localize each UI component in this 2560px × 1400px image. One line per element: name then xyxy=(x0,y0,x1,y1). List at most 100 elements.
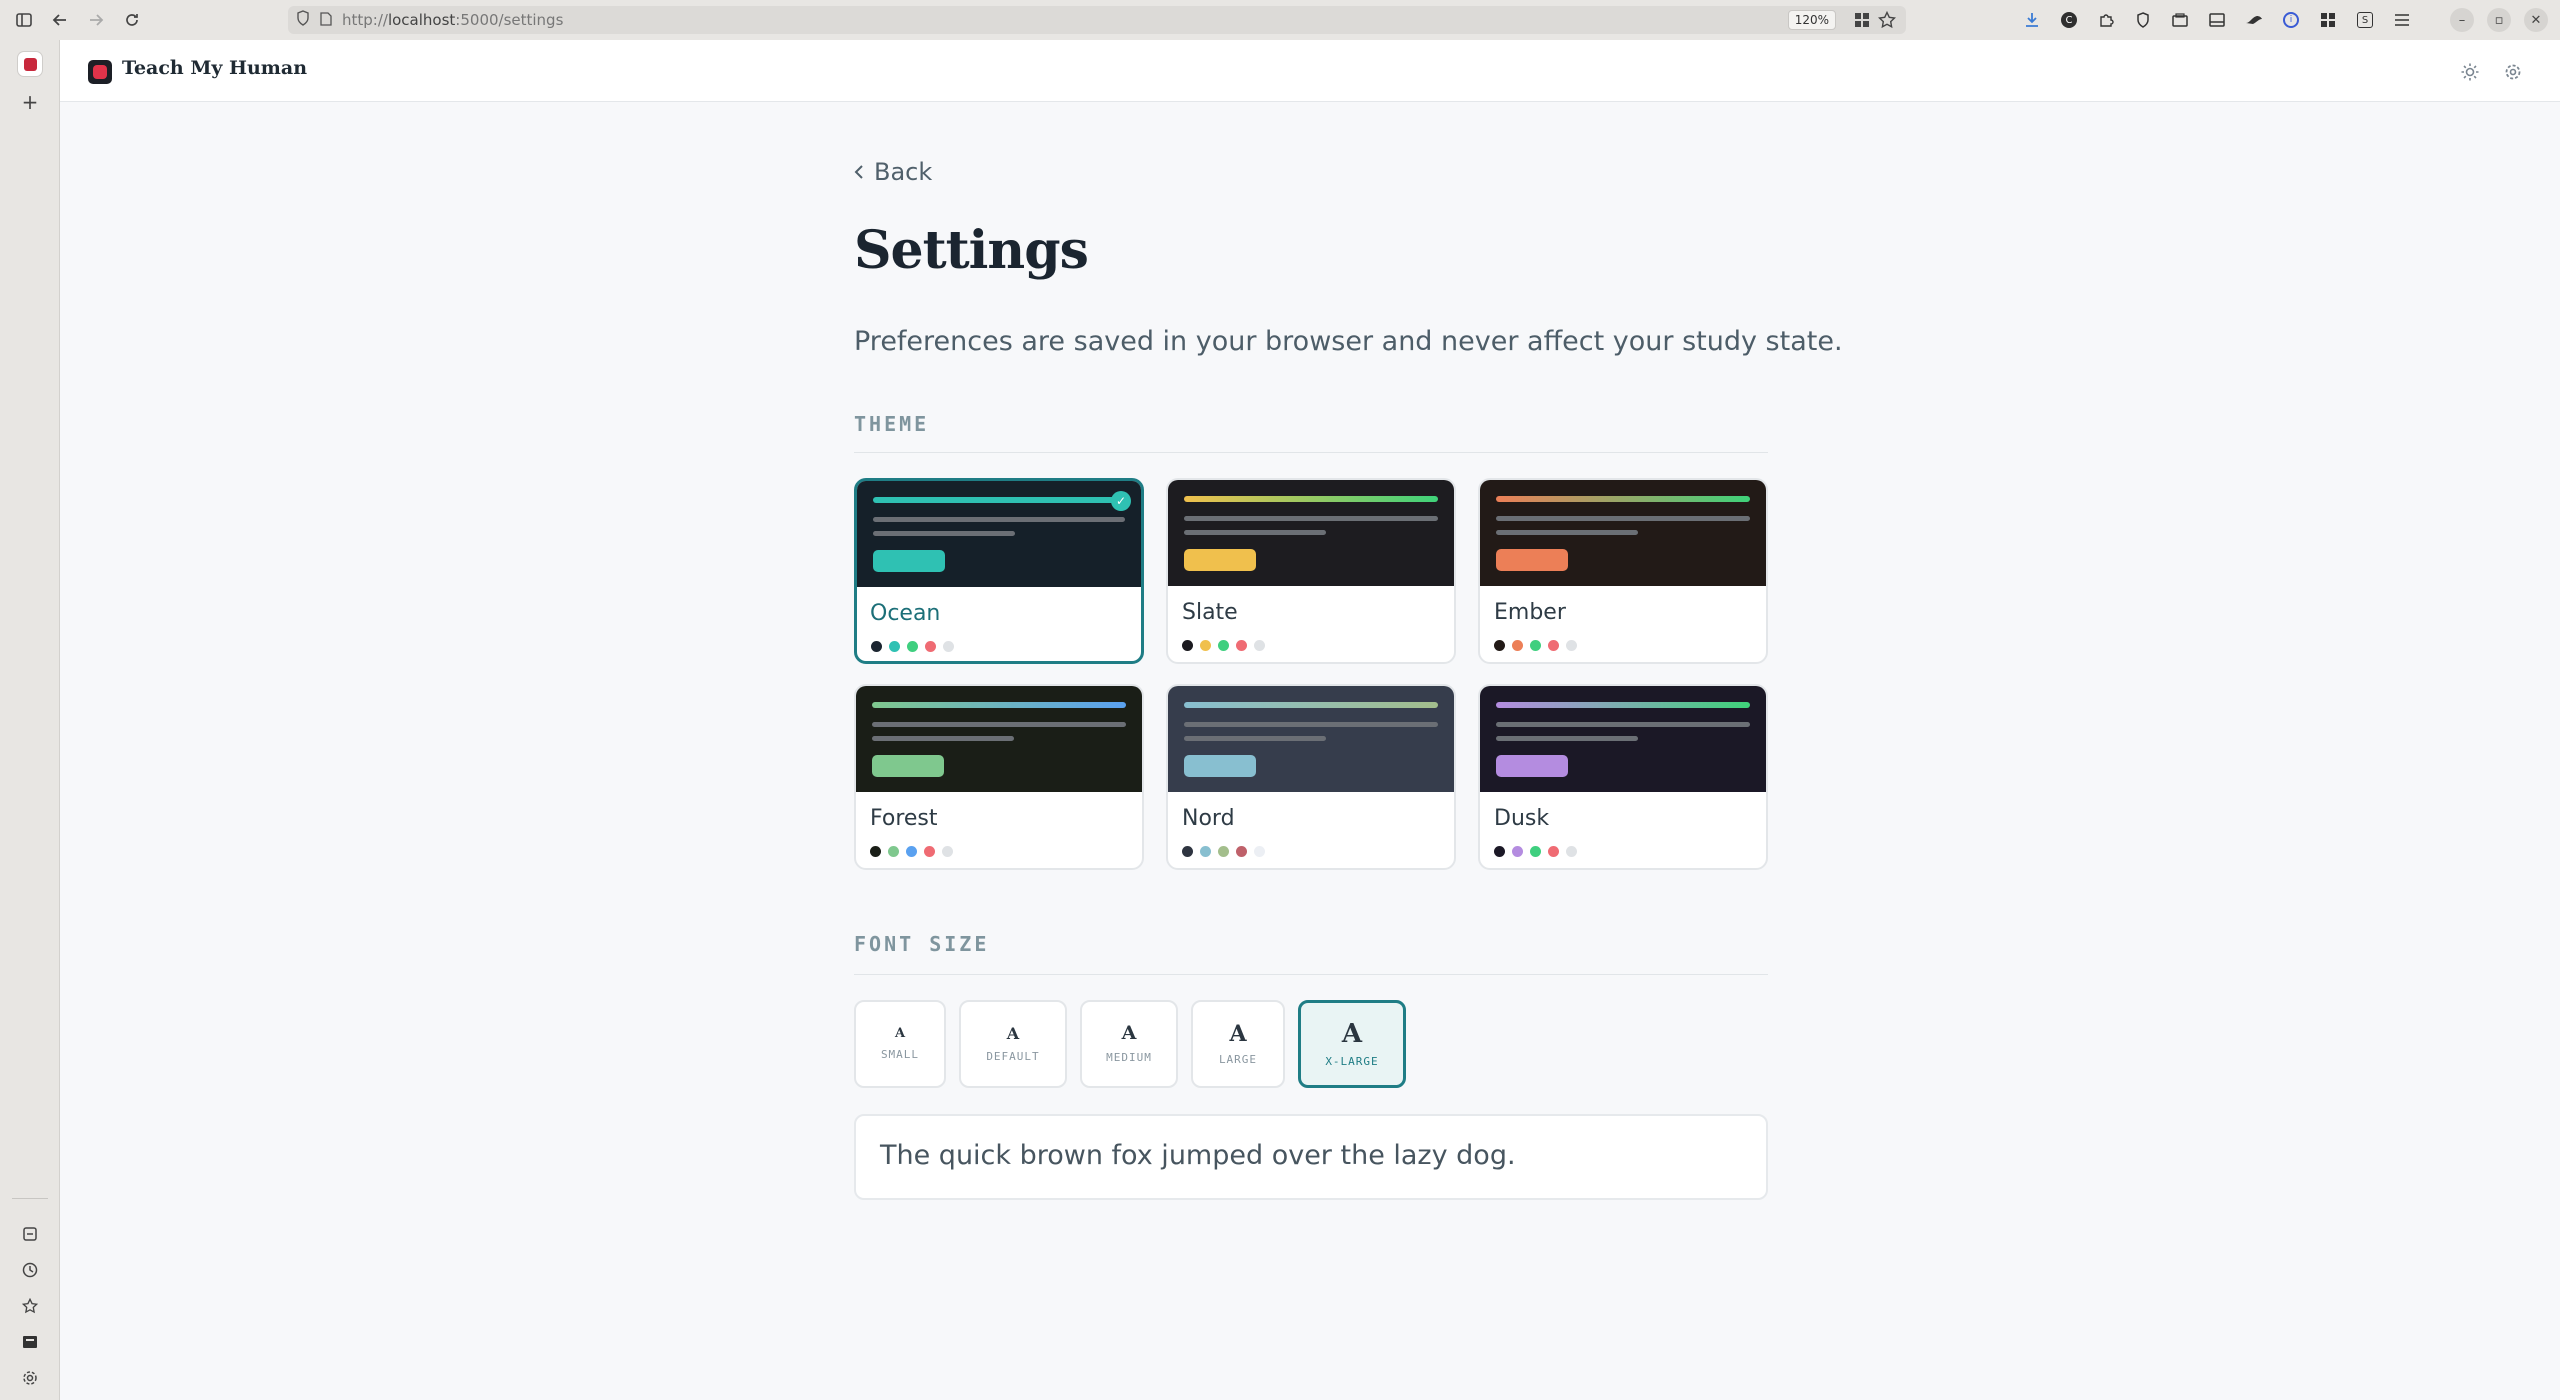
extension-info-icon[interactable]: i xyxy=(2279,8,2303,32)
theme-toggle-sun-icon[interactable] xyxy=(2457,59,2483,85)
sidebar-toggle-icon[interactable] xyxy=(12,8,36,32)
color-swatch xyxy=(942,846,953,857)
font-size-options: A SMALL A DEFAULT A MEDIUM A LARGE A X-LARGE xyxy=(854,1000,1406,1088)
extension-window-icon[interactable] xyxy=(2205,8,2229,32)
color-swatch xyxy=(1254,640,1265,651)
url-bar[interactable]: http://localhost:5000/settings 120% xyxy=(288,6,1906,34)
color-swatch xyxy=(1494,846,1505,857)
font-size-section-divider xyxy=(854,974,1768,975)
color-swatch xyxy=(1512,846,1523,857)
menu-hamburger-icon[interactable] xyxy=(2390,8,2414,32)
back-label: Back xyxy=(874,158,933,186)
page-info-icon[interactable] xyxy=(320,11,332,30)
preview-accent-bar xyxy=(873,497,1125,503)
color-swatch xyxy=(907,641,918,652)
download-icon[interactable] xyxy=(2020,8,2044,32)
brand-name[interactable]: Teach My Human xyxy=(122,57,307,79)
url-text[interactable]: http://localhost:5000/settings xyxy=(342,11,563,29)
preview-accent-bar xyxy=(1184,702,1438,708)
font-size-section-label: FONT SIZE xyxy=(854,932,990,956)
theme-preview xyxy=(1168,686,1454,792)
shield-icon[interactable] xyxy=(296,10,310,30)
font-size-default-button[interactable]: A DEFAULT xyxy=(959,1000,1067,1088)
minimize-icon[interactable]: – xyxy=(2450,8,2474,32)
color-swatch xyxy=(1548,846,1559,857)
preview-text-line xyxy=(872,722,1126,727)
reload-icon[interactable] xyxy=(120,8,144,32)
back-arrow-icon[interactable] xyxy=(48,8,72,32)
extension-bird-icon[interactable] xyxy=(2242,8,2266,32)
color-swatch xyxy=(1254,846,1265,857)
font-preview-box: The quick brown fox jumped over the lazy… xyxy=(854,1114,1768,1200)
theme-card-dusk[interactable]: Dusk xyxy=(1478,684,1768,870)
page-subtitle: Preferences are saved in your browser an… xyxy=(854,326,1843,357)
history-clock-icon[interactable] xyxy=(16,1256,44,1284)
extension-s-icon[interactable]: S xyxy=(2353,8,2377,32)
theme-card-ocean[interactable]: ✓ Ocean xyxy=(854,478,1144,664)
font-preview-text: The quick brown fox jumped over the lazy… xyxy=(880,1140,1516,1171)
extension-shield-icon[interactable] xyxy=(2131,8,2155,32)
settings-gear-icon[interactable] xyxy=(2500,59,2526,85)
theme-card-nord[interactable]: Nord xyxy=(1166,684,1456,870)
reader-view-icon[interactable] xyxy=(16,1328,44,1356)
zoom-badge[interactable]: 120% xyxy=(1787,10,1836,30)
url-path: :5000/settings xyxy=(455,11,564,29)
theme-grid: ✓ Ocean Slate Ember Forest Nord Dusk xyxy=(854,478,1768,870)
color-swatch xyxy=(1218,846,1229,857)
preview-accent-bar xyxy=(1496,702,1750,708)
app-tab-icon[interactable] xyxy=(16,50,44,78)
theme-preview: ✓ xyxy=(857,481,1141,587)
theme-card-slate[interactable]: Slate xyxy=(1166,478,1456,664)
close-icon[interactable]: ✕ xyxy=(2524,8,2548,32)
font-size-glyph: A xyxy=(1341,1018,1363,1049)
theme-name: Nord xyxy=(1182,806,1235,831)
preview-text-line xyxy=(872,736,1014,741)
sidebar-settings-gear-icon[interactable] xyxy=(16,1364,44,1392)
color-swatch xyxy=(1530,640,1541,651)
font-size-medium-button[interactable]: A MEDIUM xyxy=(1080,1000,1178,1088)
font-size-label: MEDIUM xyxy=(1106,1051,1152,1064)
selected-check-icon: ✓ xyxy=(1111,491,1131,511)
new-tab-plus-icon[interactable]: + xyxy=(16,88,44,116)
theme-swatches xyxy=(871,641,954,652)
extension-container-icon[interactable] xyxy=(2168,8,2192,32)
preview-accent-bar xyxy=(872,702,1126,708)
extension-c-icon[interactable]: C xyxy=(2057,8,2081,32)
theme-name: Slate xyxy=(1182,600,1238,625)
color-swatch xyxy=(1548,640,1559,651)
color-swatch xyxy=(1182,640,1193,651)
forward-arrow-icon[interactable] xyxy=(84,8,108,32)
theme-card-ember[interactable]: Ember xyxy=(1478,478,1768,664)
extension-puzzle-icon[interactable] xyxy=(2094,8,2118,32)
maximize-icon[interactable]: ▫ xyxy=(2487,8,2511,32)
browser-sidebar: + xyxy=(0,40,60,1400)
back-link[interactable]: Back xyxy=(854,158,932,186)
theme-section-divider xyxy=(854,452,1768,453)
color-swatch xyxy=(1566,846,1577,857)
bookmarks-star-icon[interactable] xyxy=(16,1292,44,1320)
font-size-label: X-LARGE xyxy=(1325,1054,1379,1068)
preview-text-line xyxy=(873,531,1015,536)
preview-accent-bar xyxy=(1184,496,1438,502)
theme-name: Ember xyxy=(1494,600,1566,625)
chevron-left-icon xyxy=(854,158,864,186)
preview-button xyxy=(1184,549,1256,571)
preview-text-line xyxy=(1184,516,1438,521)
preview-button xyxy=(1496,755,1568,777)
brand-logo-icon[interactable] xyxy=(88,60,112,84)
theme-name: Dusk xyxy=(1494,806,1550,831)
apps-grid-icon[interactable] xyxy=(1854,12,1870,32)
bookmark-star-icon[interactable] xyxy=(1877,10,1897,33)
font-size-x-large-button[interactable]: A X-LARGE xyxy=(1298,1000,1406,1088)
sidebar-extensions-icon[interactable] xyxy=(16,1220,44,1248)
color-swatch xyxy=(1566,640,1577,651)
color-swatch xyxy=(1200,640,1211,651)
preview-button xyxy=(873,550,945,572)
extension-grid-icon[interactable] xyxy=(2316,8,2340,32)
font-size-small-button[interactable]: A SMALL xyxy=(854,1000,946,1088)
preview-text-line xyxy=(1184,722,1438,727)
theme-card-forest[interactable]: Forest xyxy=(854,684,1144,870)
theme-name: Forest xyxy=(870,806,938,831)
font-size-large-button[interactable]: A LARGE xyxy=(1191,1000,1285,1088)
url-host: localhost xyxy=(387,11,456,29)
